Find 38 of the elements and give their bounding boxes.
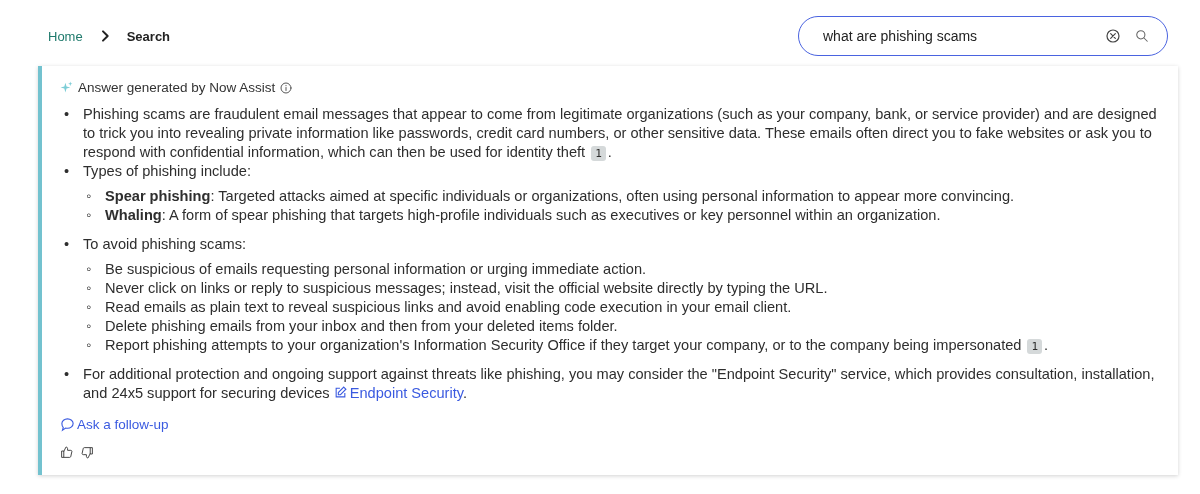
speech-bubble-icon xyxy=(60,417,75,432)
bullet: ◦ xyxy=(86,336,93,355)
answer-text: Spear phishing: Targeted attacks aimed at specific individuals or organizations, often using personal information to appear more convincing. xyxy=(105,187,1015,206)
bullet: • xyxy=(64,162,71,181)
bullet: • xyxy=(64,105,71,124)
answer-text: Read emails as plain text to reveal suspicious links and avoid enabling code execution in your email client. xyxy=(105,298,792,317)
answer-text: Never click on links or reply to suspicious messages; instead, visit the official website directly by typing the URL. xyxy=(105,279,828,298)
search-input[interactable]: what are phishing scams xyxy=(821,27,1091,45)
answer-header: Answer generated by Now Assist xyxy=(78,80,276,95)
bullet: ◦ xyxy=(86,317,93,336)
sparkle-icon xyxy=(60,81,73,94)
bullet: • xyxy=(64,365,71,384)
endpoint-link[interactable]: Endpoint Security xyxy=(333,385,463,401)
bullet: ◦ xyxy=(86,187,93,206)
search-icon[interactable] xyxy=(1135,29,1149,43)
follow-up-link[interactable]: Ask a follow-up xyxy=(60,417,169,432)
citation-badge[interactable]: 1 xyxy=(1027,339,1043,354)
answer-text: Be suspicious of emails requesting personal information or urging immediate action. xyxy=(105,260,647,279)
answer-text: Delete phishing emails from your inbox and then from your deleted items folder. xyxy=(105,317,618,336)
answer-text: Report phishing attempts to your organization's Information Security Office if they target your company, or to the company being impersonated 1 . xyxy=(105,336,1049,355)
citation-badge[interactable]: 1 xyxy=(591,146,606,161)
breadcrumb-current: Search xyxy=(126,28,171,44)
edit-icon xyxy=(333,386,347,399)
breadcrumb-link[interactable]: Home xyxy=(48,28,83,44)
answer-text: Whaling: A form of spear phishing that targets high-profile individuals such as executives or key personnel within an organization. xyxy=(105,206,941,225)
bullet: ◦ xyxy=(86,279,93,298)
bullet: ◦ xyxy=(86,206,93,225)
answer-text: Phishing scams are fraudulent email messages that appear to come from legitimate organizations (such as your company, bank, or service provider) and are designed to trick you into revealing private information like passwords, credit card numbers, or other sensitive data. These emails often direct you to fake websites or ask you to respond with confidential information, which can then be used for identity theft 1 . xyxy=(83,105,1158,162)
answer-text: For additional protection and ongoing support against threats like phishing, you may consider the "Endpoint Security" service, which provides consultation, installation, and 24x5 support for securing devices Endpoint Security. xyxy=(83,365,1156,403)
bullet: ◦ xyxy=(86,260,93,279)
thumbs-down-icon[interactable] xyxy=(81,446,94,459)
info-icon[interactable] xyxy=(280,81,293,94)
thumbs-up-icon[interactable] xyxy=(60,446,73,459)
answer-text: Types of phishing include: xyxy=(83,162,251,181)
bullet: ◦ xyxy=(86,298,93,317)
clear-icon[interactable] xyxy=(1105,28,1121,44)
answer-text: To avoid phishing scams: xyxy=(83,235,247,254)
bullet: • xyxy=(64,235,71,254)
